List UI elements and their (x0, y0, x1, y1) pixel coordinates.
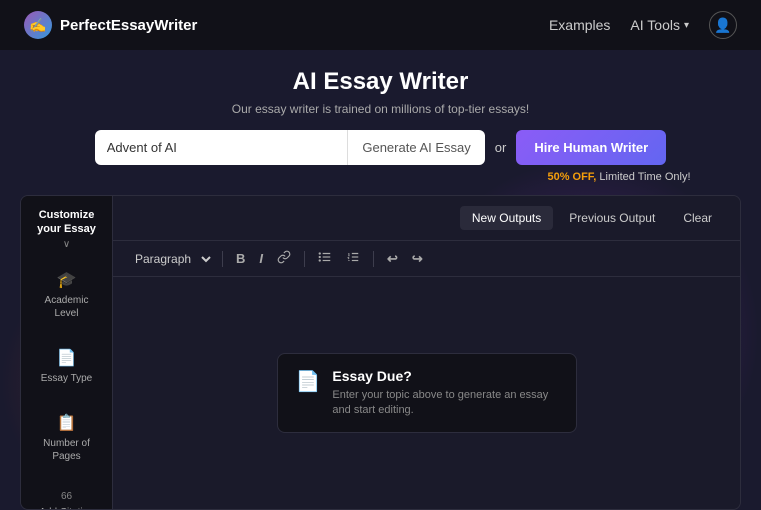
undo-button[interactable]: ↩ (382, 248, 403, 270)
sidebar-item-essay-type[interactable]: 📄 Essay Type (29, 340, 104, 393)
main-content: Customize your Essay ∨ 🎓 AcademicLevel 📄… (20, 195, 741, 510)
promo-bold: 50% OFF, (547, 171, 596, 183)
sidebar: Customize your Essay ∨ 🎓 AcademicLevel 📄… (21, 196, 113, 509)
sidebar-item-number-of-pages[interactable]: 📋 Number ofPages (29, 405, 104, 471)
topic-input-wrapper: Generate AI Essay (95, 130, 485, 165)
chevron-down-icon: ▾ (684, 20, 689, 31)
page-title: AI Essay Writer (0, 68, 761, 96)
brand: ✍️ PerfectEssayWriter (24, 11, 197, 39)
essay-type-icon: 📄 (57, 348, 77, 368)
sidebar-header-title: Customize your Essay (29, 208, 104, 237)
essay-due-content: Essay Due? Enter your topic above to gen… (332, 368, 557, 419)
ai-tools-dropdown[interactable]: AI Tools ▾ (630, 17, 689, 33)
editor-area: New Outputs Previous Output Clear Paragr… (113, 196, 740, 509)
promo-rest: Limited Time Only! (596, 171, 690, 183)
toolbar-divider-3 (373, 251, 374, 267)
nav-links: Examples AI Tools ▾ 👤 (549, 11, 737, 39)
sidebar-item-essay-type-label: Essay Type (41, 372, 93, 385)
essay-due-desc: Enter your topic above to generate an es… (332, 388, 557, 419)
promo-text: 50% OFF, Limited Time Only! (0, 171, 691, 183)
toolbar-divider-2 (304, 251, 305, 267)
brand-title: PerfectEssayWriter (60, 17, 197, 34)
number-of-pages-icon: 📋 (57, 413, 77, 433)
sidebar-item-academic-level-label: AcademicLevel (45, 294, 89, 320)
editor-tabs: New Outputs Previous Output Clear (113, 196, 740, 241)
citation-count: 66 (61, 491, 72, 502)
paragraph-select[interactable]: Paragraph (125, 249, 214, 269)
academic-level-icon: 🎓 (57, 270, 77, 290)
sidebar-item-academic-level[interactable]: 🎓 AcademicLevel (29, 262, 104, 328)
bullet-list-button[interactable] (313, 247, 337, 270)
clear-button[interactable]: Clear (671, 206, 724, 230)
navbar: ✍️ PerfectEssayWriter Examples AI Tools … (0, 0, 761, 50)
italic-button[interactable]: I (254, 248, 268, 269)
topic-input[interactable] (95, 130, 348, 165)
or-label: or (495, 140, 507, 155)
tab-new-outputs[interactable]: New Outputs (460, 206, 553, 230)
sidebar-item-add-citation[interactable]: 66 Add Citation (29, 483, 104, 510)
toolbar-divider-1 (222, 251, 223, 267)
essay-due-icon: 📄 (296, 369, 321, 394)
hire-human-writer-button[interactable]: Hire Human Writer (516, 130, 666, 165)
generate-button[interactable]: Generate AI Essay (347, 130, 484, 165)
sidebar-header: Customize your Essay ∨ (29, 208, 104, 250)
redo-button[interactable]: ↪ (407, 248, 428, 270)
examples-link[interactable]: Examples (549, 17, 610, 33)
ai-tools-label: AI Tools (630, 17, 680, 33)
sidebar-item-number-of-pages-label: Number ofPages (43, 437, 90, 463)
tab-previous-output[interactable]: Previous Output (557, 206, 667, 230)
ordered-list-button[interactable] (341, 247, 365, 270)
user-icon[interactable]: 👤 (709, 11, 737, 39)
essay-due-card: 📄 Essay Due? Enter your topic above to g… (277, 353, 577, 434)
editor-toolbar: Paragraph B I (113, 241, 740, 277)
logo-icon: ✍️ (24, 11, 52, 39)
bold-button[interactable]: B (231, 248, 250, 269)
input-row: Generate AI Essay or Hire Human Writer (0, 130, 761, 165)
hero-section: AI Essay Writer Our essay writer is trai… (0, 50, 761, 195)
sidebar-expand-icon[interactable]: ∨ (29, 239, 104, 250)
essay-due-title: Essay Due? (332, 368, 557, 384)
hero-subtitle: Our essay writer is trained on millions … (0, 102, 761, 116)
link-button[interactable] (272, 247, 296, 270)
editor-body: 📄 Essay Due? Enter your topic above to g… (113, 277, 740, 509)
